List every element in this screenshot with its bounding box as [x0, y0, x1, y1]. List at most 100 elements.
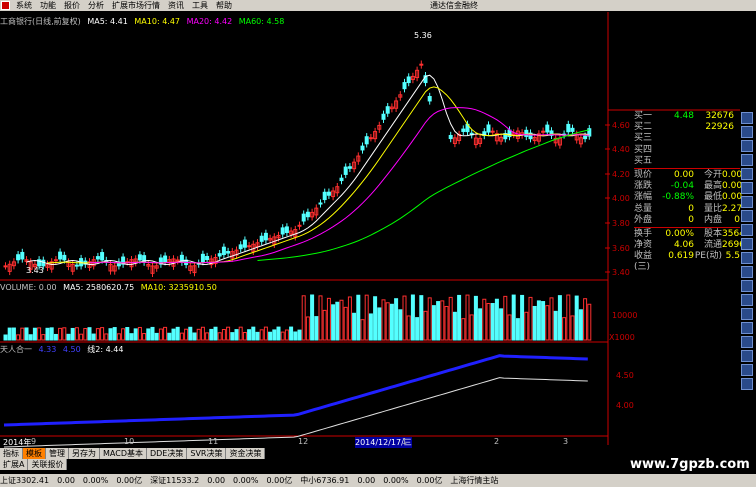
volume-bar	[545, 305, 550, 341]
server-station[interactable]: 上海行情主站	[450, 475, 498, 486]
tab-dde[interactable]: DDE决策	[146, 448, 188, 459]
tab-extend-a[interactable]: 扩展A	[0, 459, 29, 470]
volume-bar	[364, 294, 369, 341]
candle	[16, 254, 21, 261]
volume-bar	[570, 315, 575, 341]
price-tick-6: 3.40	[612, 268, 630, 277]
volume-bar	[121, 328, 126, 341]
volume-bar	[352, 312, 357, 341]
toolbar-button-6[interactable]	[741, 182, 753, 194]
candle	[448, 134, 453, 140]
candle	[58, 251, 63, 260]
tab-related-quote[interactable]: 关联报价	[28, 459, 68, 470]
buy-row-5: 买五	[634, 156, 740, 167]
toolbar-button-8[interactable]	[741, 210, 753, 222]
volume-bar	[415, 317, 420, 341]
buy-row-3: 买三	[634, 133, 740, 144]
quote2-label: 收益(三)	[634, 251, 653, 273]
toolbar-button-7[interactable]	[741, 196, 753, 208]
moving-average-lines	[26, 74, 590, 265]
sh-index[interactable]: 上证3302.41	[0, 475, 49, 486]
volume-unit: X1000	[609, 333, 635, 342]
tab-manage[interactable]: 管理	[46, 448, 69, 459]
volume-bar	[137, 326, 142, 341]
buy-row-4: 买四	[634, 145, 740, 156]
zx-pct: 0.00%	[383, 476, 409, 485]
date-label-2: 2	[494, 437, 500, 446]
volume-bar	[347, 296, 352, 341]
volume-bar	[213, 326, 218, 341]
toolbar-button-10[interactable]	[741, 238, 753, 250]
volume-bar	[448, 296, 453, 341]
volume-bar	[196, 328, 201, 341]
volume-bar	[406, 315, 411, 341]
sz-index[interactable]: 深证11533.2	[150, 475, 199, 486]
volume-bar	[200, 326, 205, 341]
volume-bar	[578, 309, 583, 341]
toolbar-button-20[interactable]	[741, 378, 753, 390]
watermark: www.7gpzb.com	[630, 457, 750, 472]
volume-bar	[427, 297, 432, 341]
zx-index[interactable]: 中小6736.91	[300, 475, 349, 486]
tab-fund[interactable]: 资金决策	[226, 448, 266, 459]
toolbar-button-1[interactable]	[741, 112, 753, 124]
volume-bar	[28, 334, 33, 341]
candle	[200, 253, 205, 263]
buy-2-volume: 22926	[705, 122, 734, 133]
toolbar-button-3[interactable]	[741, 140, 753, 152]
quote2-value2: 2696	[722, 240, 745, 251]
zx-amount: 0.00亿	[416, 476, 443, 485]
quote-value: -0.04	[670, 181, 694, 192]
candle	[570, 127, 575, 132]
tab-indicator[interactable]: 指标	[0, 448, 23, 459]
volume-bar	[444, 305, 449, 341]
toolbar-button-17[interactable]	[741, 336, 753, 348]
volume-bar	[74, 327, 79, 341]
volume-bar	[259, 329, 264, 341]
tab-macd[interactable]: MACD基本	[100, 448, 147, 459]
volume-bar	[268, 331, 273, 341]
toolbar-button-14[interactable]	[741, 294, 753, 306]
volume-bar	[473, 295, 478, 341]
low-price-label: 3.43	[26, 266, 44, 275]
volume-bar	[503, 295, 508, 341]
quote-value: 0	[688, 214, 694, 225]
toolbar-button-18[interactable]	[741, 350, 753, 362]
volume-bar	[234, 329, 239, 341]
toolbar-button-15[interactable]	[741, 308, 753, 320]
quote-rows-2: 换手 0.00% 股本 3564 净资 4.06 流通 2696 收益(三) 0.619 PE(动)…	[634, 228, 745, 273]
quote2-label2: 流通	[703, 240, 722, 251]
toolbar-button-19[interactable]	[741, 364, 753, 376]
tab-save-as[interactable]: 另存为	[69, 448, 100, 459]
candle	[297, 224, 302, 227]
quote2-row-1: 净资 4.06 流通 2696	[634, 240, 745, 251]
tab-template[interactable]: 模板	[23, 448, 46, 459]
volume-bar	[263, 326, 268, 341]
toolbar-button-11[interactable]	[741, 252, 753, 264]
indicator-tick-2: 4.00	[616, 401, 634, 410]
toolbar-button-12[interactable]	[741, 266, 753, 278]
quote-label2: 最高	[703, 181, 722, 192]
ma5-line	[26, 74, 590, 265]
volume-bar	[583, 298, 588, 341]
candle	[137, 254, 142, 261]
toolbar-button-5[interactable]	[741, 168, 753, 180]
toolbar-button-13[interactable]	[741, 280, 753, 292]
tab-svr[interactable]: SVR决策	[187, 448, 227, 459]
quote2-value2: 3564	[722, 228, 745, 239]
quote2-row-0: 换手 0.00% 股本 3564	[634, 228, 745, 240]
quote-row-1: 涨跌 -0.04 最高 0.00	[634, 181, 742, 192]
quote2-value2: 5.5	[725, 251, 740, 262]
toolbar-button-9[interactable]	[741, 224, 753, 236]
buy-3-label: 买三	[634, 133, 653, 144]
buy-1-label: 买一	[634, 111, 653, 121]
volume-bar	[209, 328, 214, 341]
volume-bar	[524, 311, 529, 341]
toolbar-button-16[interactable]	[741, 322, 753, 334]
candle	[163, 255, 168, 263]
toolbar-button-2[interactable]	[741, 126, 753, 138]
candle	[583, 135, 588, 140]
volume-bar	[557, 295, 562, 341]
volume-bar	[104, 333, 109, 341]
toolbar-button-4[interactable]	[741, 154, 753, 166]
